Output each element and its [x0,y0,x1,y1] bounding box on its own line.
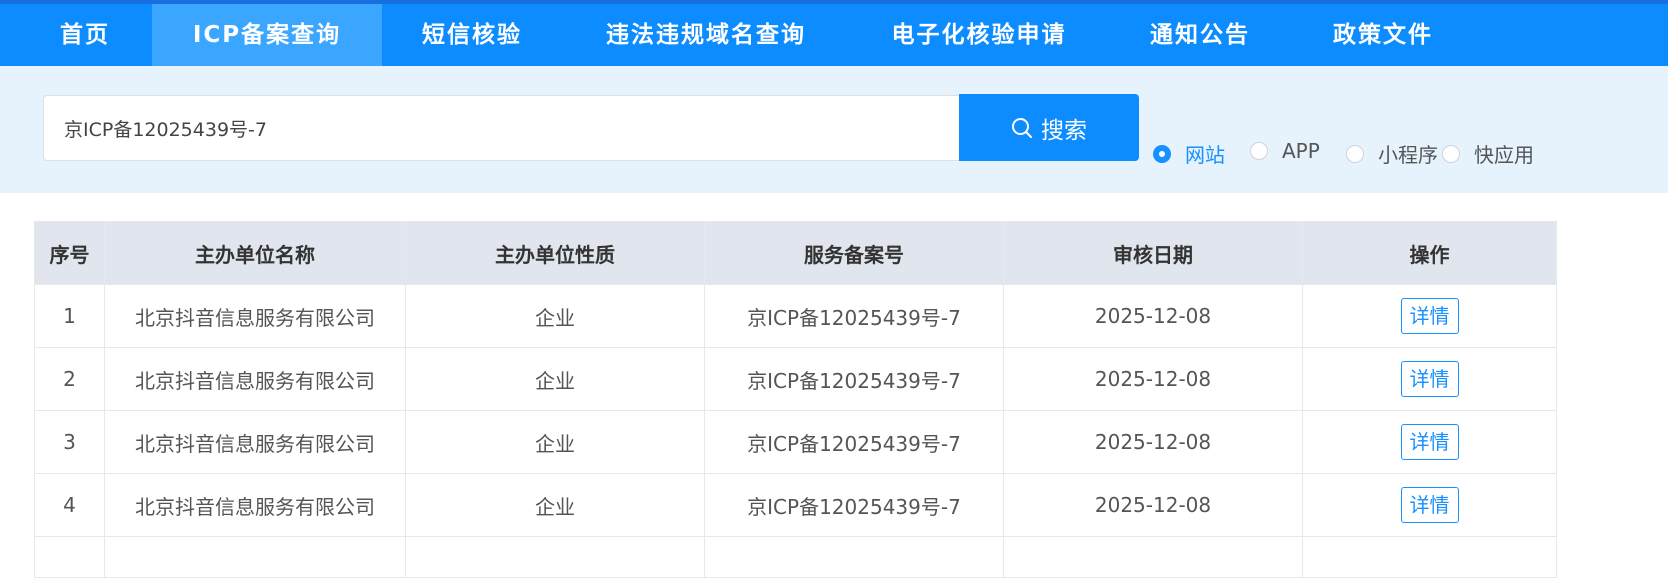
column-header-org-type: 主办单位性质 [405,221,705,285]
search-button-label: 搜索 [1041,117,1087,144]
radio-label: 网站 [1185,143,1225,167]
cell-org-type: 企业 [405,410,705,474]
search-panel: 搜索 网站 APP 小程序 快应用 [0,66,1668,193]
search-icon [1011,117,1033,139]
column-header-index: 序号 [34,221,105,285]
cell-review-date: 2025-12-08 [1003,284,1303,348]
column-header-review-date: 审核日期 [1003,221,1303,285]
cell-action: 详情 [1302,410,1557,474]
column-header-record-number: 服务备案号 [704,221,1004,285]
cell-org-name: 北京抖音信息服务有限公司 [104,284,406,348]
table-row: 4 北京抖音信息服务有限公司 企业 京ICP备12025439号-7 2025-… [34,473,1557,537]
search-input[interactable] [43,95,961,161]
table-header-row: 序号 主办单位名称 主办单位性质 服务备案号 审核日期 操作 [34,221,1557,285]
column-header-org-name: 主办单位名称 [104,221,406,285]
cell-org-type: 企业 [405,284,705,348]
detail-button[interactable]: 详情 [1400,424,1459,460]
cell-org-name: 北京抖音信息服务有限公司 [104,473,406,537]
detail-button[interactable]: 详情 [1400,487,1459,523]
radio-app[interactable]: APP [1250,139,1320,163]
nav-item-home[interactable]: 首页 [0,4,170,66]
cell-review-date: 2025-12-08 [1003,347,1303,411]
nav-item-notices[interactable]: 通知公告 [1130,4,1270,66]
radio-dot [1153,144,1171,163]
cell-index: 1 [34,284,105,348]
table-row-partial [34,536,1557,578]
radio-quick-app[interactable]: 快应用 [1442,139,1534,168]
search-button[interactable]: 搜索 [959,94,1139,161]
detail-button[interactable]: 详情 [1400,298,1459,334]
column-header-action: 操作 [1302,221,1557,285]
cell-action: 详情 [1302,473,1557,537]
top-nav: 首页 ICP备案查询 短信核验 违法违规域名查询 电子化核验申请 通知公告 政策… [0,0,1668,66]
cell-org-type: 企业 [405,473,705,537]
cell-action: 详情 [1302,347,1557,411]
cell-action: 详情 [1302,284,1557,348]
nav-item-policies[interactable]: 政策文件 [1313,4,1453,66]
cell-org-type: 企业 [405,347,705,411]
nav-item-sms-verify[interactable]: 短信核验 [382,4,562,66]
table-row: 1 北京抖音信息服务有限公司 企业 京ICP备12025439号-7 2025-… [34,284,1557,348]
cell-index: 4 [34,473,105,537]
cell-record-number: 京ICP备12025439号-7 [704,347,1004,411]
cell-index: 2 [34,347,105,411]
results-table: 序号 主办单位名称 主办单位性质 服务备案号 审核日期 操作 1 北京抖音信息服… [34,221,1557,578]
radio-label: 快应用 [1474,143,1534,167]
nav-item-illegal-domain[interactable]: 违法违规域名查询 [578,4,834,66]
cell-index: 3 [34,410,105,474]
nav-item-icp-query[interactable]: ICP备案查询 [152,4,382,66]
cell-record-number: 京ICP备12025439号-7 [704,410,1004,474]
radio-dot [1250,142,1268,160]
radio-dot [1346,144,1364,163]
detail-button[interactable]: 详情 [1400,361,1459,397]
radio-label: APP [1282,139,1320,163]
cell-record-number: 京ICP备12025439号-7 [704,284,1004,348]
radio-label: 小程序 [1378,143,1438,167]
table-row: 3 北京抖音信息服务有限公司 企业 京ICP备12025439号-7 2025-… [34,410,1557,474]
radio-mini-program[interactable]: 小程序 [1346,139,1438,168]
cell-review-date: 2025-12-08 [1003,473,1303,537]
radio-dot [1442,144,1460,163]
cell-record-number: 京ICP备12025439号-7 [704,473,1004,537]
cell-org-name: 北京抖音信息服务有限公司 [104,410,406,474]
table-row: 2 北京抖音信息服务有限公司 企业 京ICP备12025439号-7 2025-… [34,347,1557,411]
nav-item-electronic-verify[interactable]: 电子化核验申请 [860,4,1098,66]
radio-website[interactable]: 网站 [1153,139,1225,168]
cell-review-date: 2025-12-08 [1003,410,1303,474]
cell-org-name: 北京抖音信息服务有限公司 [104,347,406,411]
